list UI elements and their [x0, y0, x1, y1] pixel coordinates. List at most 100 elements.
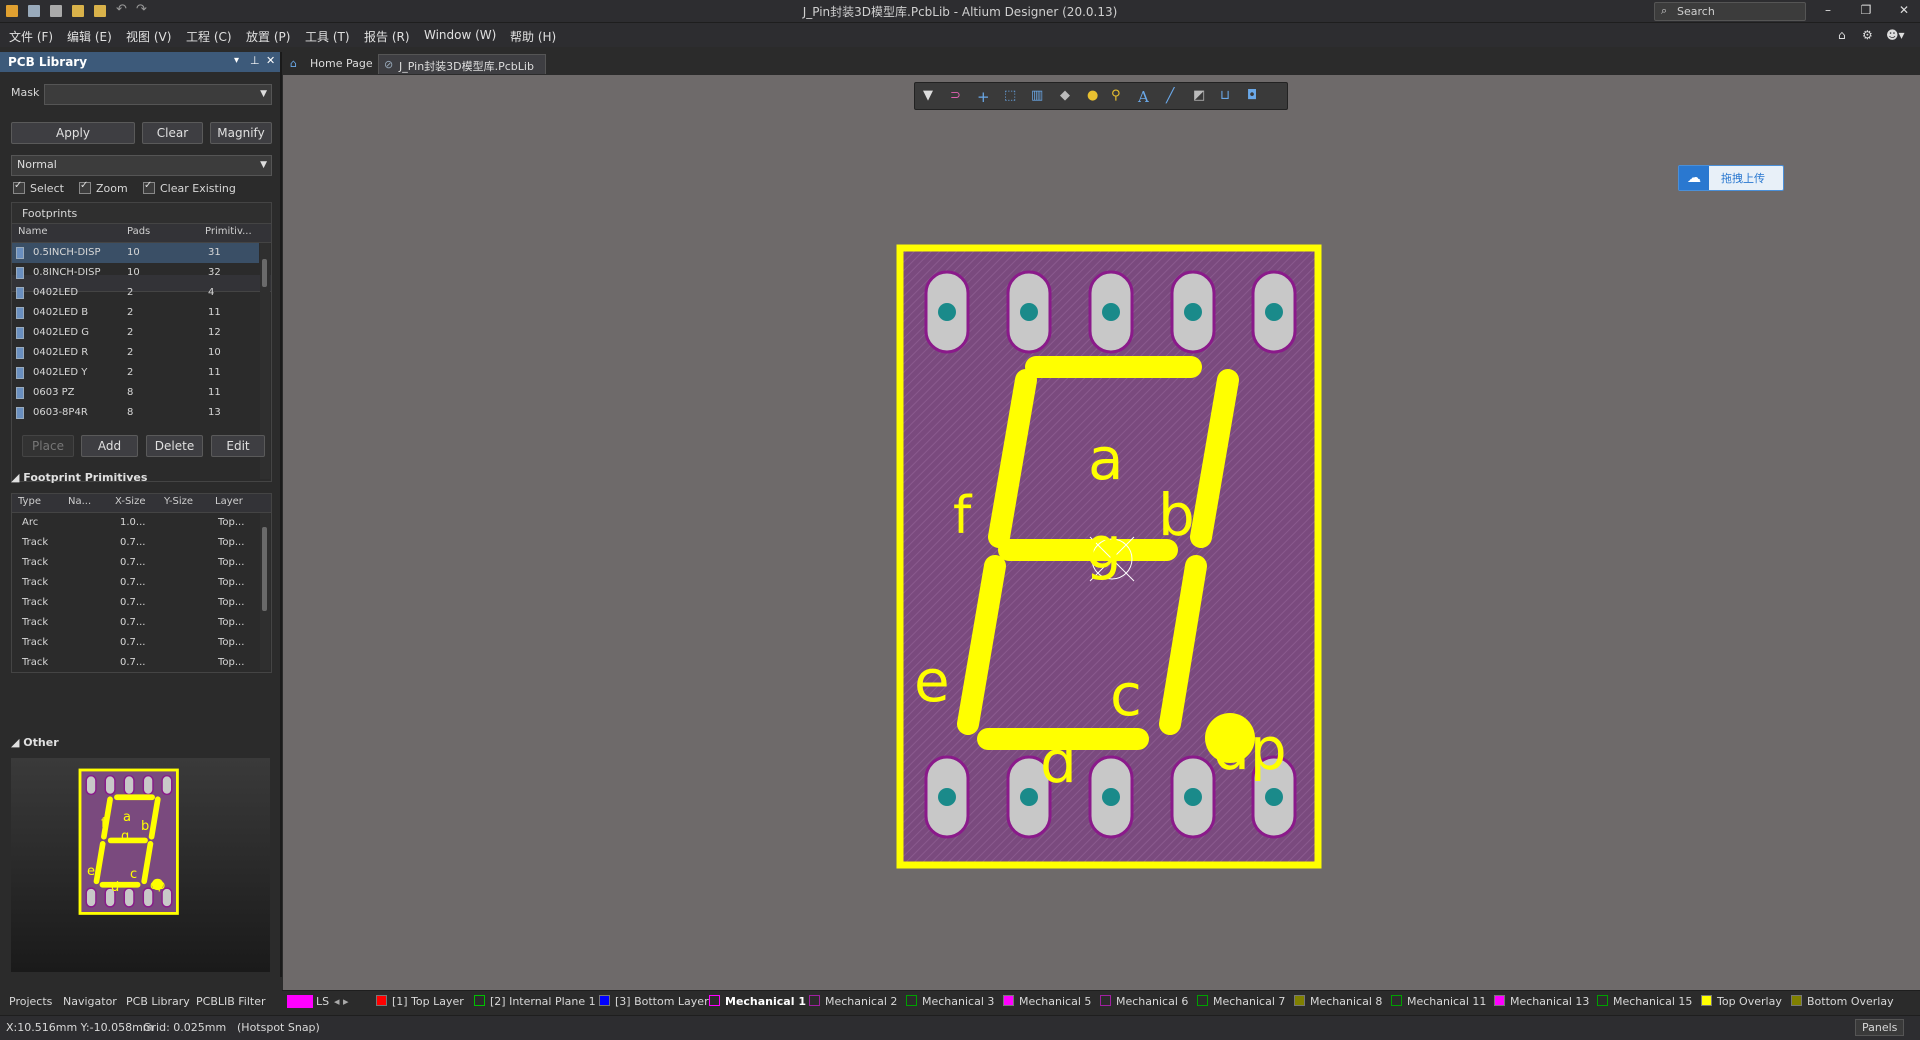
upload-button[interactable]: ☁ 拖拽上传: [1678, 165, 1784, 191]
add-button[interactable]: Add: [81, 435, 138, 457]
snap-icon[interactable]: ⊃: [950, 88, 966, 104]
tab-pcb-library[interactable]: PCB Library: [126, 995, 190, 1008]
edit-button[interactable]: Edit: [211, 435, 265, 457]
dimension-icon[interactable]: ⚲: [1111, 88, 1127, 104]
col-type[interactable]: Type: [18, 496, 41, 507]
via-icon[interactable]: ●: [1087, 88, 1103, 104]
table-row[interactable]: Track 0.7... Top...: [12, 573, 259, 593]
tab-pcblib[interactable]: ⊘ J_Pin封装3D模型库.PcbLib: [378, 54, 546, 74]
layer-mechanical-3[interactable]: Mechanical 3: [906, 995, 994, 1008]
table-row[interactable]: Track 0.7... Top...: [12, 613, 259, 633]
table-row[interactable]: 0402LED R 2 10: [12, 343, 259, 363]
col-name[interactable]: Name: [18, 226, 48, 237]
col-primitives[interactable]: Primitiv...: [205, 226, 252, 237]
layer-mechanical-2[interactable]: Mechanical 2: [809, 995, 897, 1008]
table-row[interactable]: 0402LED G 2 12: [12, 323, 259, 343]
menu-project[interactable]: 工程 (C): [186, 28, 232, 45]
layer-mechanical-8[interactable]: Mechanical 8: [1294, 995, 1382, 1008]
magnify-button[interactable]: Magnify: [210, 122, 272, 144]
3d-body-icon[interactable]: ◘: [1247, 88, 1263, 104]
menu-view[interactable]: 视图 (V): [126, 28, 171, 45]
table-row[interactable]: Track 0.7... Top...: [12, 653, 259, 672]
clear-existing-checkbox[interactable]: [143, 180, 155, 194]
panel-close-icon[interactable]: ✕: [266, 54, 275, 67]
layer-mechanical-1[interactable]: Mechanical 1: [709, 995, 806, 1008]
tab-projects[interactable]: Projects: [9, 995, 52, 1008]
menu-tools[interactable]: 工具 (T): [305, 28, 350, 45]
layer-bottom[interactable]: [3] Bottom Layer: [599, 995, 709, 1008]
table-row[interactable]: Track 0.7... Top...: [12, 633, 259, 653]
layer-bottom-overlay[interactable]: Bottom Overlay: [1791, 995, 1894, 1008]
tab-pcblib-filter[interactable]: PCBLIB Filter: [196, 995, 266, 1008]
scroll-thumb[interactable]: [262, 259, 267, 287]
table-row[interactable]: 0402LED Y 2 11: [12, 363, 259, 383]
table-row[interactable]: Track 0.7... Top...: [12, 553, 259, 573]
menu-reports[interactable]: 报告 (R): [364, 28, 410, 45]
place-pad-icon[interactable]: ◆: [1060, 88, 1076, 104]
mask-input[interactable]: ▼: [44, 84, 272, 105]
menu-window[interactable]: Window (W): [424, 28, 496, 42]
maximize-button[interactable]: ❐: [1856, 3, 1876, 18]
tab-home-page[interactable]: ⌂ Home Page: [286, 54, 374, 73]
layer-mechanical-5[interactable]: Mechanical 5: [1003, 995, 1091, 1008]
table-row[interactable]: Track 0.7... Top...: [12, 533, 259, 553]
layer-ls-swatch[interactable]: [287, 995, 313, 1008]
menu-place[interactable]: 放置 (P): [246, 28, 290, 45]
table-row[interactable]: Arc 1.0... Top...: [12, 513, 259, 533]
layer-internal-plane-1[interactable]: [2] Internal Plane 1: [474, 995, 596, 1008]
home-icon[interactable]: ⌂: [1838, 28, 1846, 42]
primitives-scrollbar[interactable]: [260, 513, 270, 670]
table-row[interactable]: 0402LED B 2 11: [12, 303, 259, 323]
col-layer[interactable]: Layer: [215, 496, 243, 507]
mode-select[interactable]: Normal ▼: [11, 155, 272, 176]
delete-button[interactable]: Delete: [146, 435, 203, 457]
layer-ls[interactable]: LS: [316, 995, 329, 1008]
table-row[interactable]: Track 0.7... Top...: [12, 593, 259, 613]
scroll-thumb[interactable]: [262, 527, 267, 611]
chart-icon[interactable]: ⊔: [1220, 88, 1236, 104]
align-icon[interactable]: ▥: [1031, 88, 1047, 104]
move-icon[interactable]: +: [977, 88, 993, 106]
layer-top[interactable]: [1] Top Layer: [376, 995, 464, 1008]
pcb-canvas[interactable]: f a b g e c d dp: [283, 75, 1920, 990]
minimize-button[interactable]: –: [1818, 3, 1838, 18]
select-icon[interactable]: ⬚: [1004, 88, 1020, 104]
primitives-section-toggle[interactable]: ◢ Footprint Primitives: [11, 471, 147, 484]
menu-help[interactable]: 帮助 (H): [510, 28, 556, 45]
search-input[interactable]: ⌕ Search: [1654, 2, 1806, 21]
table-row[interactable]: 0402LED 2 4: [12, 283, 259, 303]
layer-mechanical-13[interactable]: Mechanical 13: [1494, 995, 1589, 1008]
clear-button[interactable]: Clear: [142, 122, 203, 144]
layer-mechanical-11[interactable]: Mechanical 11: [1391, 995, 1486, 1008]
region-icon[interactable]: ◩: [1193, 88, 1209, 104]
line-icon[interactable]: ╱: [1166, 88, 1182, 104]
panel-menu-icon[interactable]: ▾: [234, 55, 239, 66]
table-row[interactable]: 0.5INCH-DISP 10 31: [12, 243, 259, 263]
zoom-checkbox[interactable]: [79, 180, 91, 194]
text-icon[interactable]: A: [1138, 88, 1154, 106]
table-row[interactable]: 0.8INCH-DISP 10 32: [12, 263, 259, 283]
select-checkbox[interactable]: [13, 180, 25, 194]
place-button[interactable]: Place: [22, 435, 74, 457]
footprint-drawing[interactable]: f a b g e c d dp: [283, 75, 1920, 990]
menu-edit[interactable]: 编辑 (E): [67, 28, 112, 45]
table-row[interactable]: 0603-8P4R 8 13: [12, 403, 259, 423]
col-pads[interactable]: Pads: [127, 226, 150, 237]
layer-scroll-left[interactable]: ◂ ▸: [334, 995, 349, 1008]
close-button[interactable]: ✕: [1894, 3, 1914, 18]
col-ysize[interactable]: Y-Size: [164, 496, 193, 507]
layer-mechanical-6[interactable]: Mechanical 6: [1100, 995, 1188, 1008]
layer-mechanical-7[interactable]: Mechanical 7: [1197, 995, 1285, 1008]
apply-button[interactable]: Apply: [11, 122, 135, 144]
filter-icon[interactable]: ▼: [923, 88, 939, 104]
table-row[interactable]: 0603 PZ 8 11: [12, 383, 259, 403]
other-section-toggle[interactable]: ◢ Other: [11, 736, 59, 749]
gear-icon[interactable]: ⚙: [1862, 28, 1873, 42]
pin-icon[interactable]: ⊥: [250, 54, 260, 67]
user-icon[interactable]: ☻▾: [1886, 28, 1905, 42]
col-xsize[interactable]: X-Size: [115, 496, 146, 507]
menu-file[interactable]: 文件 (F): [9, 28, 53, 45]
panels-button[interactable]: Panels: [1855, 1019, 1905, 1036]
layer-mechanical-15[interactable]: Mechanical 15: [1597, 995, 1692, 1008]
tab-navigator[interactable]: Navigator: [63, 995, 117, 1008]
